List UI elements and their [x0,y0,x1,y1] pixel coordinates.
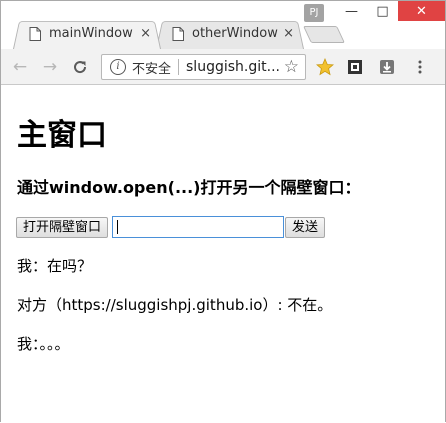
url-text[interactable]: sluggish.git... [186,59,282,75]
star-extension-icon[interactable] [314,56,336,78]
back-button[interactable]: ← [9,56,31,78]
tab-strip: mainWindow × otherWindow × [13,18,345,49]
address-bar[interactable]: i 不安全 sluggish.git... ☆ [101,54,306,80]
bookmark-star-icon[interactable]: ☆ [284,57,299,77]
message-controls: 打开隔壁窗口 发送 [16,216,326,238]
tab-main-window[interactable]: mainWindow × [13,18,161,49]
download-icon[interactable] [376,56,398,78]
message-list: 我：在吗？ 对方（https://sluggishpj.github.io）: … [17,257,332,374]
info-icon[interactable]: i [110,59,126,75]
tab-title: otherWindow [192,26,278,41]
window-controls: PJ — □ ✕ [304,1,445,25]
page-icon [172,26,184,41]
profile-badge[interactable]: PJ [304,4,324,22]
reload-icon [74,61,87,74]
new-tab-button[interactable] [303,26,345,43]
tab-other-window[interactable]: otherWindow × [156,18,304,49]
reload-button[interactable] [69,56,91,78]
menu-icon[interactable] [409,56,431,78]
message-item: 对方（https://sluggishpj.github.io）: 不在。 [17,296,333,314]
omnibox-divider [178,59,180,75]
maximize-button[interactable]: □ [367,1,398,21]
tab-close-icon[interactable]: × [283,26,294,41]
message-input[interactable] [112,216,285,238]
forward-arrow-icon: → [42,57,58,77]
page-subtitle: 通过window.open(...)打开另一个隔壁窗口： [17,178,361,197]
open-window-button[interactable]: 打开隔壁窗口 [16,216,109,238]
forward-button[interactable]: → [39,56,61,78]
close-button[interactable]: ✕ [398,1,445,21]
browser-window: mainWindow × otherWindow × PJ — □ ✕ ← → … [0,0,446,423]
send-button[interactable]: 发送 [285,216,326,238]
tab-title: mainWindow [49,26,133,41]
security-label: 不安全 [132,61,172,77]
message-item: 我：在吗？ [17,257,93,275]
message-item: 我：。。。 [17,335,70,353]
page-icon [29,26,41,41]
text-caret [117,220,119,234]
screen-icon[interactable] [344,56,366,78]
toolbar: ← → i 不安全 sluggish.git... ☆ [1,49,445,85]
page-content: 主窗口 通过window.open(...)打开另一个隔壁窗口： 打开隔壁窗口 … [1,85,445,423]
title-bar: mainWindow × otherWindow × PJ — □ ✕ [1,1,445,49]
page-title: 主窗口 [17,118,107,153]
tab-close-icon[interactable]: × [140,26,151,41]
minimize-button[interactable]: — [336,1,367,21]
back-arrow-icon: ← [12,57,28,77]
